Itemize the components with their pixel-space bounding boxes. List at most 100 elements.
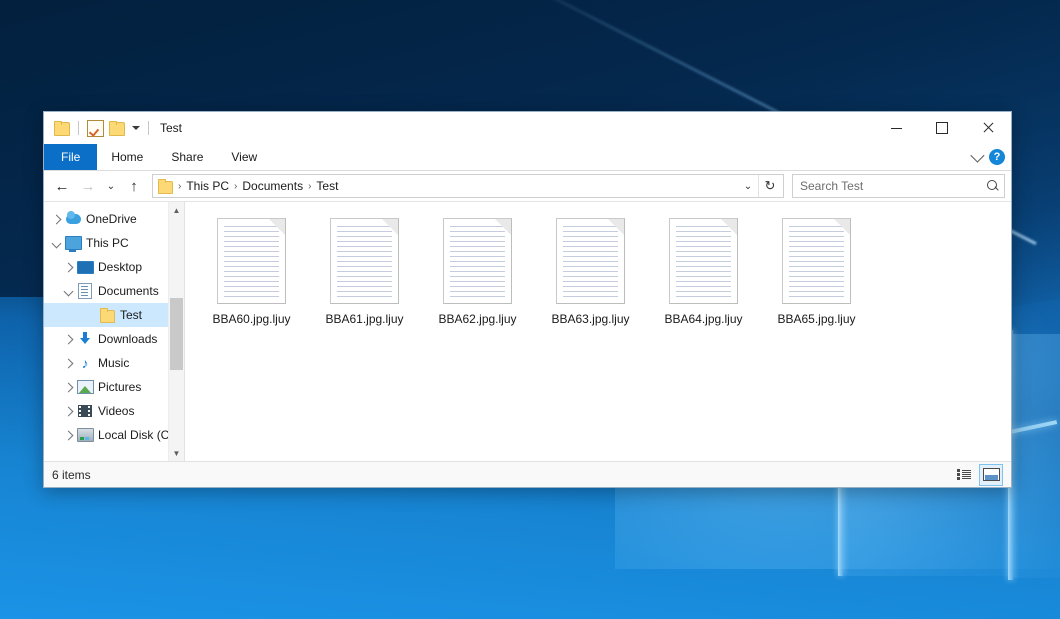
sidebar-item-label: Test: [120, 308, 142, 322]
search-box[interactable]: Search Test: [792, 174, 1005, 198]
chevron-down-icon[interactable]: [132, 126, 140, 130]
cloud-icon: [64, 211, 82, 227]
sidebar-item-music[interactable]: ♪ Music: [44, 351, 184, 375]
file-item[interactable]: BBA63.jpg.ljuy: [534, 214, 647, 336]
scrollbar-thumb[interactable]: [170, 298, 183, 370]
details-view-button[interactable]: [952, 464, 976, 486]
download-icon: [76, 331, 94, 347]
document-lines: [563, 226, 618, 297]
large-icons-view-button[interactable]: [979, 464, 1003, 486]
sidebar-item-label: Music: [98, 356, 129, 370]
sidebar-item-local-disk[interactable]: Local Disk (C:): [44, 423, 184, 447]
music-icon: ♪: [76, 355, 94, 371]
file-name-label: BBA64.jpg.ljuy: [664, 312, 742, 326]
address-dropdown-icon[interactable]: ⌄: [738, 176, 758, 196]
document-icon: [76, 283, 94, 299]
document-fold: [607, 218, 625, 236]
chevron-right-icon[interactable]: [60, 399, 76, 423]
file-list-pane[interactable]: BBA60.jpg.ljuy BBA61.jpg.ljuy: [185, 202, 1011, 461]
document-lines: [789, 226, 844, 297]
generic-document-icon: [556, 218, 625, 304]
chevron-right-icon[interactable]: [60, 351, 76, 375]
file-item[interactable]: BBA62.jpg.ljuy: [421, 214, 534, 336]
file-name-label: BBA61.jpg.ljuy: [325, 312, 403, 326]
scroll-down-icon[interactable]: ▼: [169, 445, 184, 461]
breadcrumb-documents[interactable]: Documents: [238, 179, 307, 193]
sidebar-item-videos[interactable]: Videos: [44, 399, 184, 423]
sidebar-item-onedrive[interactable]: OneDrive: [44, 207, 184, 231]
chevron-right-icon[interactable]: [60, 327, 76, 351]
breadcrumb-test[interactable]: Test: [312, 179, 342, 193]
document-fold: [381, 218, 399, 236]
generic-document-icon: [443, 218, 512, 304]
tab-file[interactable]: File: [44, 144, 97, 170]
close-button[interactable]: [965, 112, 1011, 144]
chevron-down-icon[interactable]: [48, 231, 64, 255]
monitor-icon: [64, 235, 82, 251]
chevron-right-icon[interactable]: [60, 423, 76, 447]
tree-spacer: [82, 303, 98, 327]
sidebar-item-documents[interactable]: Documents: [44, 279, 184, 303]
quick-access-toolbar: [44, 120, 152, 137]
file-item[interactable]: BBA60.jpg.ljuy: [195, 214, 308, 336]
generic-document-icon: [217, 218, 286, 304]
help-icon[interactable]: ?: [989, 149, 1005, 165]
file-item[interactable]: BBA65.jpg.ljuy: [760, 214, 873, 336]
forward-button: →: [76, 174, 100, 198]
recent-locations-button[interactable]: ⌄: [102, 174, 120, 198]
minimize-icon: [891, 128, 902, 129]
window-controls: [873, 112, 1011, 144]
breadcrumb-this-pc[interactable]: This PC: [182, 179, 233, 193]
scroll-up-icon[interactable]: ▲: [169, 202, 184, 218]
file-name-label: BBA65.jpg.ljuy: [777, 312, 855, 326]
sidebar-item-label: Videos: [98, 404, 134, 418]
sidebar-item-desktop[interactable]: Desktop: [44, 255, 184, 279]
tab-share[interactable]: Share: [157, 144, 217, 170]
sidebar-item-downloads[interactable]: Downloads: [44, 327, 184, 351]
chevron-right-icon[interactable]: [60, 255, 76, 279]
folder-icon: [158, 180, 173, 193]
toolbar-divider: [78, 121, 79, 135]
sidebar-item-label: Local Disk (C:): [98, 428, 177, 442]
address-path-box[interactable]: › This PC › Documents › Test ⌄ ↻: [152, 174, 784, 198]
file-name-label: BBA63.jpg.ljuy: [551, 312, 629, 326]
folder-icon[interactable]: [54, 121, 70, 135]
up-button[interactable]: ↑: [122, 174, 146, 198]
details-view-icon: [957, 469, 971, 480]
document-lines: [337, 226, 392, 297]
pictures-icon: [76, 379, 94, 395]
refresh-button[interactable]: ↻: [758, 175, 781, 197]
new-folder-icon[interactable]: [109, 121, 125, 135]
document-fold: [494, 218, 512, 236]
chevron-right-icon[interactable]: [60, 375, 76, 399]
sidebar-item-this-pc[interactable]: This PC: [44, 231, 184, 255]
file-item[interactable]: BBA64.jpg.ljuy: [647, 214, 760, 336]
properties-icon[interactable]: [87, 120, 104, 137]
minimize-button[interactable]: [873, 112, 919, 144]
sidebar-item-test[interactable]: Test: [44, 303, 184, 327]
file-item[interactable]: BBA61.jpg.ljuy: [308, 214, 421, 336]
close-icon: [982, 122, 994, 134]
sidebar-item-pictures[interactable]: Pictures: [44, 375, 184, 399]
chevron-down-icon[interactable]: [970, 149, 984, 163]
explorer-body: OneDrive This PC Desktop: [44, 201, 1011, 461]
search-input[interactable]: Search Test: [800, 179, 987, 193]
sidebar-item-label: Downloads: [98, 332, 157, 346]
videos-icon: [76, 403, 94, 419]
tab-view[interactable]: View: [217, 144, 271, 170]
sidebar-item-label: Pictures: [98, 380, 141, 394]
window-title: Test: [160, 121, 182, 135]
item-count-label: 6 items: [52, 468, 91, 482]
chevron-down-icon[interactable]: [60, 279, 76, 303]
disk-icon: [76, 427, 94, 443]
document-lines: [676, 226, 731, 297]
maximize-button[interactable]: [919, 112, 965, 144]
chevron-right-icon[interactable]: [48, 207, 64, 231]
folder-tree: OneDrive This PC Desktop: [44, 202, 184, 447]
back-button[interactable]: ←: [50, 174, 74, 198]
file-name-label: BBA62.jpg.ljuy: [438, 312, 516, 326]
sidebar-scrollbar[interactable]: ▲ ▼: [168, 202, 184, 461]
maximize-icon: [936, 122, 948, 134]
document-lines: [450, 226, 505, 297]
tab-home[interactable]: Home: [97, 144, 157, 170]
